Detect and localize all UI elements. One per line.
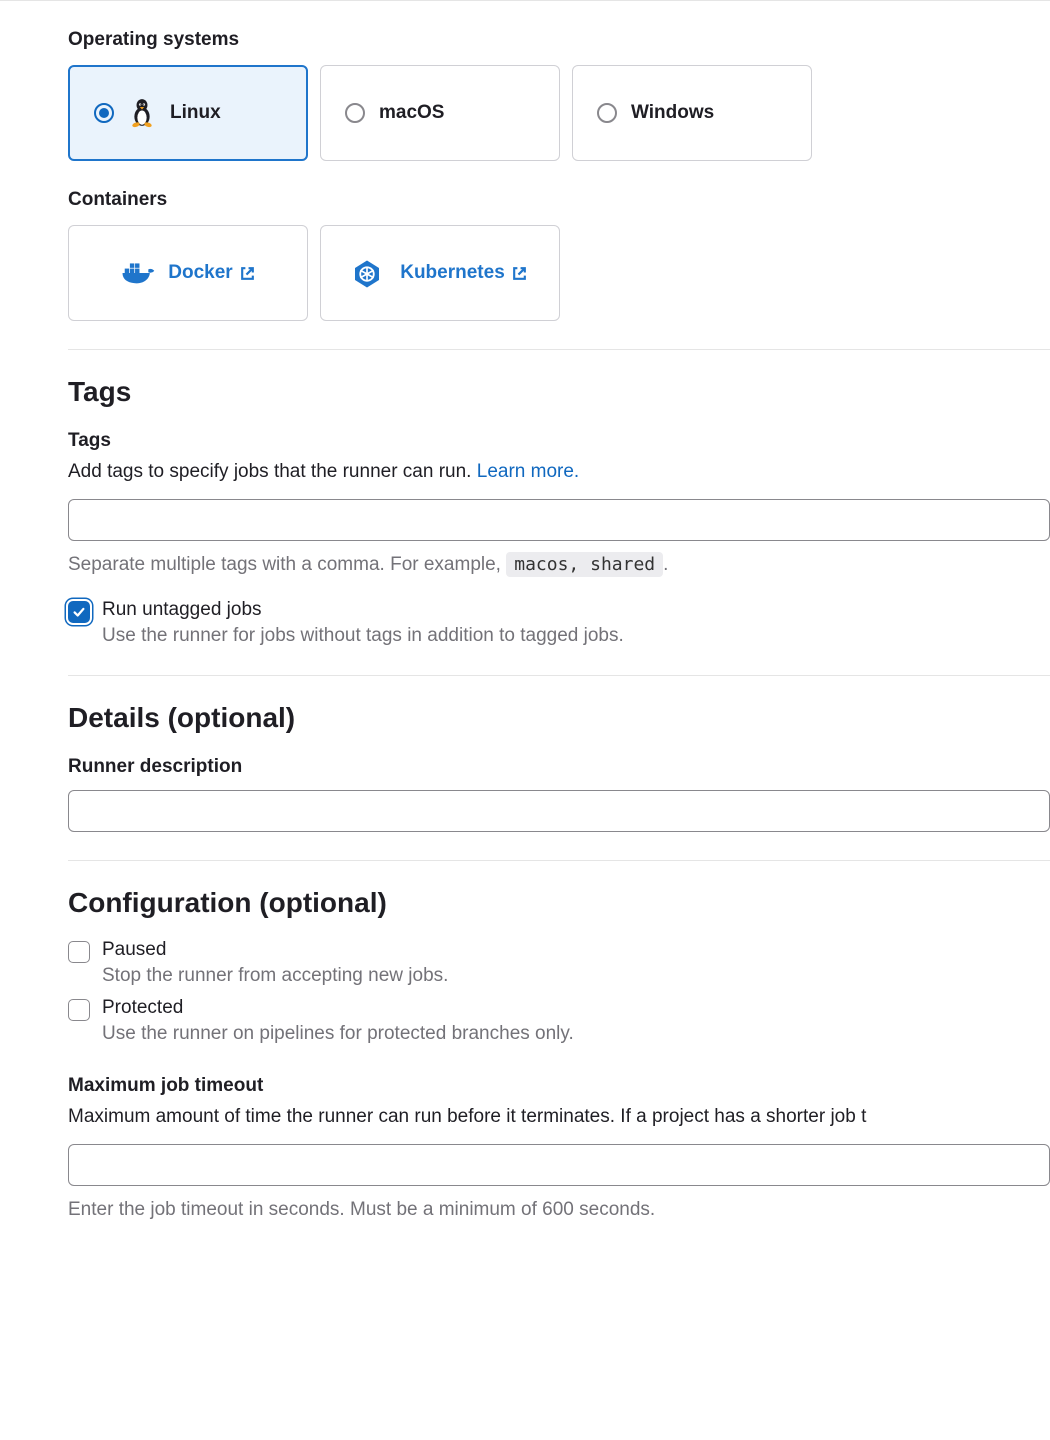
paused-row: Paused Stop the runner from accepting ne… bbox=[68, 939, 1050, 987]
radio-linux[interactable] bbox=[94, 103, 114, 123]
details-heading: Details (optional) bbox=[68, 702, 1050, 734]
external-link-icon bbox=[511, 265, 528, 282]
tags-heading: Tags bbox=[68, 376, 1050, 408]
containers-row: Docker bbox=[68, 225, 1050, 321]
run-untagged-checkbox[interactable] bbox=[68, 601, 90, 623]
tags-learn-more-link[interactable]: Learn more. bbox=[477, 461, 579, 482]
run-untagged-hint: Use the runner for jobs without tags in … bbox=[102, 625, 624, 647]
divider bbox=[68, 675, 1050, 676]
timeout-label: Maximum job timeout bbox=[68, 1075, 1050, 1097]
docker-icon bbox=[120, 259, 154, 287]
tags-hint-prefix: Separate multiple tags with a comma. For… bbox=[68, 554, 506, 575]
timeout-hint: Enter the job timeout in seconds. Must b… bbox=[68, 1196, 1050, 1225]
tags-help-text: Add tags to specify jobs that the runner… bbox=[68, 461, 477, 482]
containers-section-title: Containers bbox=[68, 189, 1050, 211]
protected-hint: Use the runner on pipelines for protecte… bbox=[102, 1023, 574, 1045]
external-link-icon bbox=[239, 265, 256, 282]
protected-row: Protected Use the runner on pipelines fo… bbox=[68, 997, 1050, 1045]
protected-checkbox[interactable] bbox=[68, 999, 90, 1021]
divider bbox=[68, 349, 1050, 350]
container-card-kubernetes[interactable]: Kubernetes bbox=[320, 225, 560, 321]
radio-windows[interactable] bbox=[597, 103, 617, 123]
os-cards-row: Linux macOS Windows bbox=[68, 65, 1050, 161]
tags-label: Tags bbox=[68, 430, 1050, 452]
timeout-input[interactable] bbox=[68, 1144, 1050, 1186]
runner-desc-input[interactable] bbox=[68, 790, 1050, 832]
os-card-linux[interactable]: Linux bbox=[68, 65, 308, 161]
runner-form: Operating systems Linux bbox=[0, 0, 1050, 1254]
run-untagged-label: Run untagged jobs bbox=[102, 599, 624, 621]
tags-help: Add tags to specify jobs that the runner… bbox=[68, 458, 1050, 487]
kubernetes-icon bbox=[352, 259, 386, 287]
tags-hint-code: macos, shared bbox=[506, 552, 663, 577]
radio-macos[interactable] bbox=[345, 103, 365, 123]
paused-label: Paused bbox=[102, 939, 448, 961]
run-untagged-row: Run untagged jobs Use the runner for job… bbox=[68, 599, 1050, 647]
os-section-title: Operating systems bbox=[68, 29, 1050, 51]
os-label-macos: macOS bbox=[379, 102, 444, 124]
tags-hint-suffix: . bbox=[663, 554, 668, 575]
config-heading: Configuration (optional) bbox=[68, 887, 1050, 919]
paused-checkbox[interactable] bbox=[68, 941, 90, 963]
container-label-docker: Docker bbox=[168, 262, 255, 284]
tags-input[interactable] bbox=[68, 499, 1050, 541]
tags-hint: Separate multiple tags with a comma. For… bbox=[68, 551, 1050, 580]
os-label-linux: Linux bbox=[170, 102, 221, 124]
os-card-windows[interactable]: Windows bbox=[572, 65, 812, 161]
runner-desc-label: Runner description bbox=[68, 756, 1050, 778]
protected-label: Protected bbox=[102, 997, 574, 1019]
container-card-docker[interactable]: Docker bbox=[68, 225, 308, 321]
divider bbox=[68, 860, 1050, 861]
container-label-kubernetes: Kubernetes bbox=[400, 262, 528, 284]
paused-hint: Stop the runner from accepting new jobs. bbox=[102, 965, 448, 987]
timeout-help: Maximum amount of time the runner can ru… bbox=[68, 1103, 1050, 1132]
kubernetes-text: Kubernetes bbox=[400, 262, 505, 284]
linux-icon bbox=[128, 98, 156, 128]
docker-text: Docker bbox=[168, 262, 232, 284]
os-label-windows: Windows bbox=[631, 102, 714, 124]
os-card-macos[interactable]: macOS bbox=[320, 65, 560, 161]
